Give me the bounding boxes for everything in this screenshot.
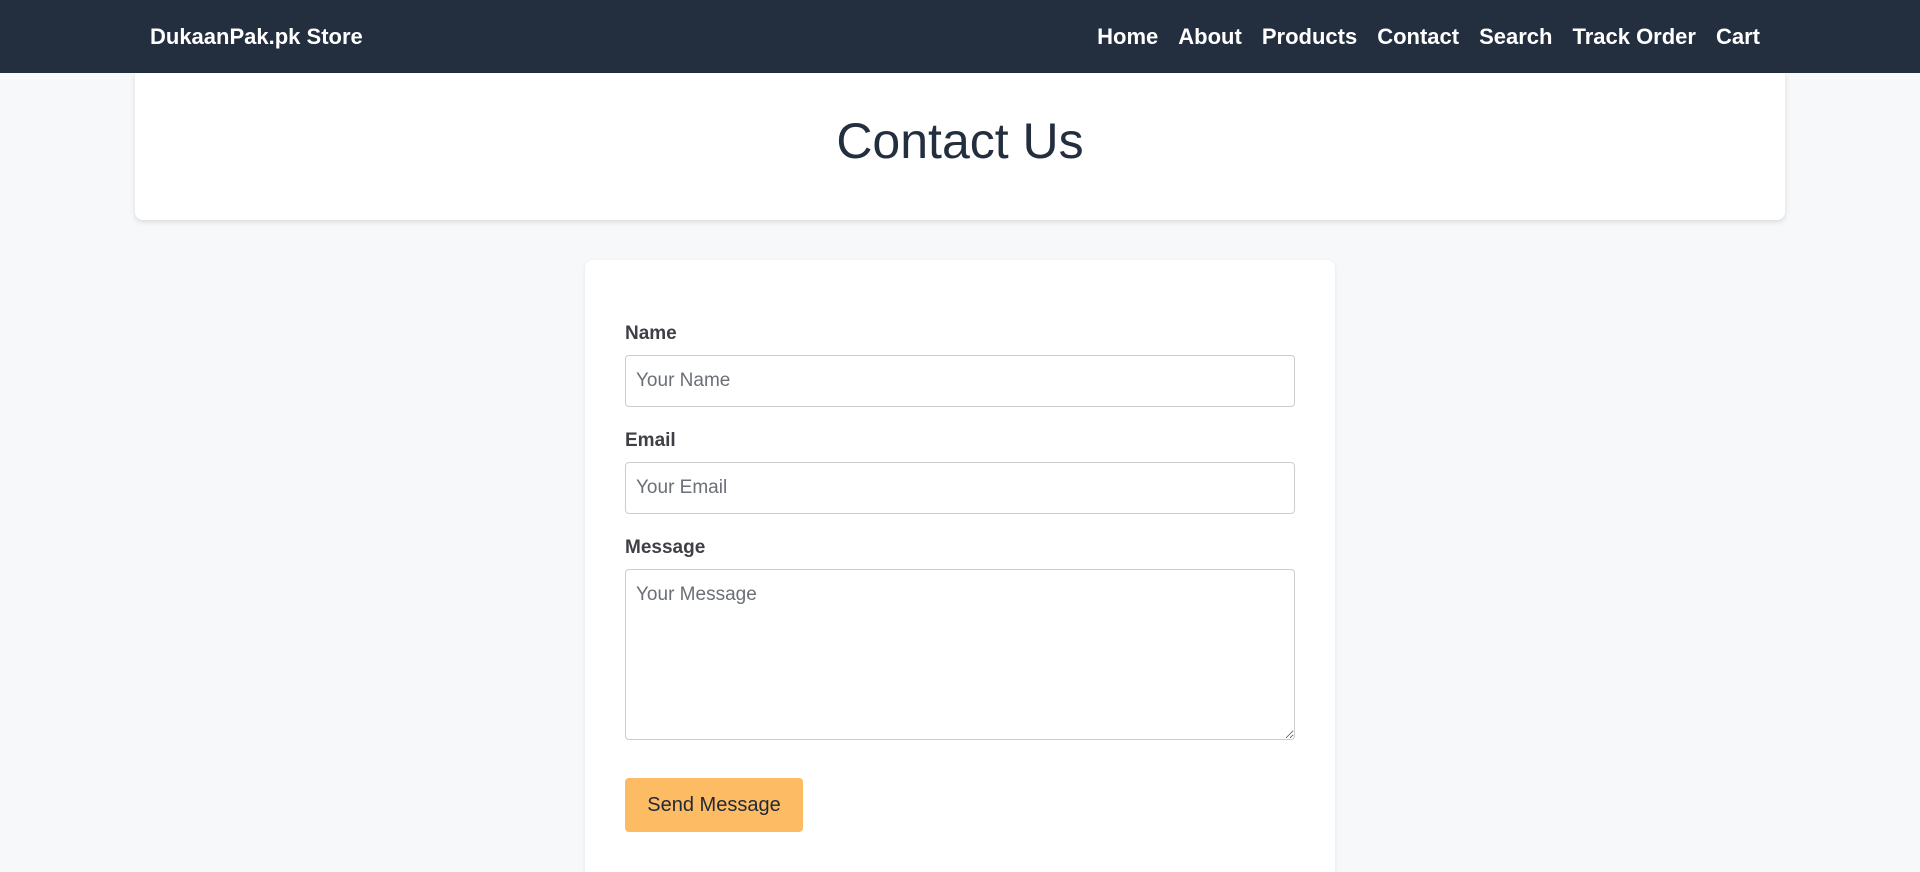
message-label: Message xyxy=(625,537,706,558)
nav-link-cart[interactable]: Cart xyxy=(1716,24,1760,50)
nav-link-products[interactable]: Products xyxy=(1262,24,1357,50)
nav-link-search[interactable]: Search xyxy=(1479,24,1552,50)
page-header-card: Contact Us xyxy=(135,73,1785,220)
nav-link-track-order[interactable]: Track Order xyxy=(1572,24,1696,50)
top-navbar: DukaanPak.pk Store Home About Products C… xyxy=(0,0,1920,73)
page-title: Contact Us xyxy=(836,113,1084,169)
send-message-button[interactable]: Send Message xyxy=(625,778,803,832)
brand-logo-link[interactable]: DukaanPak.pk Store xyxy=(150,0,363,73)
email-label: Email xyxy=(625,430,676,451)
name-input[interactable] xyxy=(625,355,1295,407)
nav-link-contact[interactable]: Contact xyxy=(1377,24,1459,50)
message-textarea[interactable] xyxy=(625,569,1295,740)
email-input[interactable] xyxy=(625,462,1295,514)
nav-link-home[interactable]: Home xyxy=(1097,24,1158,50)
contact-form: Name Email Message Send Message xyxy=(585,260,1335,872)
nav-links: Home About Products Contact Search Track… xyxy=(1097,0,1760,73)
name-label: Name xyxy=(625,323,677,344)
nav-link-about[interactable]: About xyxy=(1178,24,1242,50)
